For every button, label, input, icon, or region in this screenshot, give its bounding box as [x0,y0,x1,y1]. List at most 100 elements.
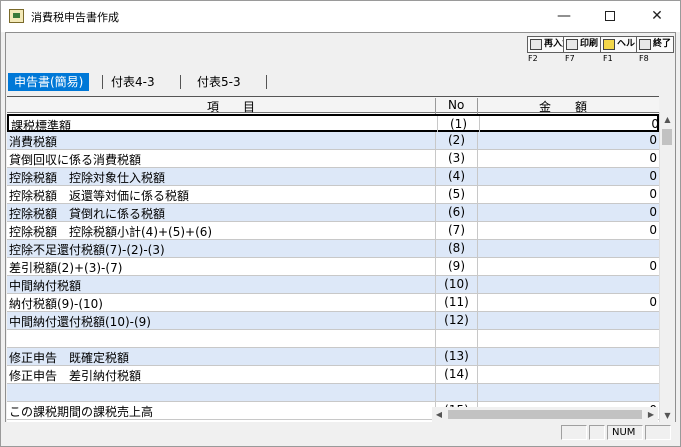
table-row[interactable]: 貸倒回収に係る消費税額 (3) 0 [7,150,659,168]
amount-cell[interactable]: 0 [477,204,659,221]
table-row[interactable]: 控除税額 控除対象仕入税額 (4) 0 [7,168,659,186]
exit-shortcut: F8 [639,54,649,63]
amount-cell[interactable] [477,276,659,293]
row-number: (3) [435,150,477,167]
table-row[interactable]: 控除不足還付税額(7)-(2)-(3) (8) [7,240,659,258]
amount-cell[interactable]: 0 [477,222,659,239]
table-row[interactable]: 課税標準額 (1) 0 [7,114,659,133]
minimize-button[interactable]: — [541,1,587,32]
amount-cell[interactable]: 0 [477,132,659,149]
row-label: 控除税額 控除税額小計(4)+(5)+(6) [9,225,213,239]
table-row[interactable]: 中間納付還付税額(10)-(9) (12) [7,312,659,330]
row-number: (1) [437,116,479,133]
amount-cell[interactable] [477,348,659,365]
scroll-up-icon[interactable]: ▲ [660,112,675,127]
row-number: (13) [435,348,477,365]
amount-cell[interactable]: 0 [477,186,659,203]
row-label: 控除税額 貸倒れに係る税額 [9,207,166,221]
row-number: (10) [435,276,477,293]
row-number: (4) [435,168,477,185]
printer-icon [566,39,578,50]
table-row[interactable]: 差引税額(2)+(3)-(7) (9) 0 [7,258,659,276]
column-divider [435,98,436,114]
status-panel-empty [561,425,587,440]
vertical-scroll-thumb[interactable] [662,129,672,145]
table-row[interactable]: 控除税額 返還等対価に係る税額 (5) 0 [7,186,659,204]
horizontal-scroll-thumb[interactable] [448,410,642,419]
exit-button[interactable]: 終了 [636,36,675,53]
status-bar: NUM [5,422,676,442]
horizontal-scrollbar[interactable]: ◀ ▶ [432,407,658,422]
tab-appendix-4-3[interactable]: 付表4-3 [111,73,155,91]
amount-cell[interactable]: 0 [477,294,659,311]
row-label: 控除不足還付税額(7)-(2)-(3) [9,243,165,257]
row-label: 修正申告 既確定税額 [9,351,130,365]
title-bar: 消費税申告書作成 — ✕ [1,1,680,32]
main-panel: 再入力 F2 印刷 F7 ヘルプ F1 終了 F8 申告書(簡易) 付表4-3 … [5,32,676,442]
row-label: 消費税額 [9,135,58,149]
amount-cell[interactable] [477,312,659,329]
tab-separator [266,75,267,89]
row-number: (5) [435,186,477,203]
tax-form-grid: 項 目 No 金 額 課税標準額 (1) 0 消費税額 (2) 0 貸倒回収に係る消費税額 (… [7,96,659,424]
window-title: 消費税申告書作成 [31,11,119,24]
exit-label: 終了 [653,39,672,49]
help-shortcut: F1 [603,54,613,63]
status-panel-empty [645,425,671,440]
header-amount: 金 額 [539,100,588,114]
table-row[interactable]: 修正申告 既確定税額 (13) [7,348,659,366]
row-number: (7) [435,222,477,239]
app-icon [9,9,24,23]
table-row[interactable]: 消費税額 (2) 0 [7,132,659,150]
row-number: (14) [435,366,477,383]
close-button[interactable]: ✕ [634,1,680,32]
status-panel-empty [589,425,605,440]
table-row[interactable] [7,330,659,348]
table-row[interactable] [7,384,659,402]
row-number [435,384,477,401]
grid-header: 項 目 No 金 額 [7,97,659,114]
reenter-shortcut: F2 [528,54,538,63]
table-row[interactable]: 控除税額 貸倒れに係る税額 (6) 0 [7,204,659,222]
tab-separator [102,75,103,89]
num-lock-indicator: NUM [607,425,643,440]
row-number: (8) [435,240,477,257]
maximize-button[interactable] [587,1,633,32]
help-icon [603,39,615,50]
table-row[interactable]: 修正申告 差引納付税額 (14) [7,366,659,384]
amount-cell[interactable]: 0 [479,116,659,133]
row-label: この課税期間の課税売上高 [9,405,154,419]
table-row[interactable]: 納付税額(9)-(10) (11) 0 [7,294,659,312]
header-no: No [448,98,465,112]
amount-cell[interactable]: 0 [477,150,659,167]
row-number: (9) [435,258,477,275]
tab-simplified-return[interactable]: 申告書(簡易) [8,73,90,91]
vertical-scrollbar[interactable]: ▲ ▼ [659,112,674,423]
row-number: (6) [435,204,477,221]
scroll-left-icon[interactable]: ◀ [432,407,446,422]
amount-cell[interactable] [477,366,659,383]
tab-separator [180,75,181,89]
scroll-right-icon[interactable]: ▶ [644,407,658,422]
row-label: 控除税額 控除対象仕入税額 [9,171,166,185]
reenter-icon [530,39,542,50]
amount-cell[interactable]: 0 [477,258,659,275]
table-row[interactable]: 中間納付税額 (10) [7,276,659,294]
maximize-icon [605,11,615,21]
row-label: 貸倒回収に係る消費税額 [9,153,142,167]
print-label: 印刷 [580,39,599,49]
row-label: 修正申告 差引納付税額 [9,369,142,383]
table-row[interactable]: 控除税額 控除税額小計(4)+(5)+(6) (7) 0 [7,222,659,240]
amount-cell[interactable]: 0 [477,168,659,185]
amount-cell[interactable] [477,330,659,347]
row-label: 差引税額(2)+(3)-(7) [9,261,123,275]
tab-appendix-5-3[interactable]: 付表5-3 [197,73,241,91]
row-number: (12) [435,312,477,329]
row-label: 納付税額(9)-(10) [9,297,103,311]
scroll-down-icon[interactable]: ▼ [660,408,675,423]
amount-cell[interactable] [477,240,659,257]
row-label: 控除税額 返還等対価に係る税額 [9,189,190,203]
print-button[interactable]: 印刷 [563,36,602,53]
amount-cell[interactable] [477,384,659,401]
app-window: 消費税申告書作成 — ✕ 再入力 F2 印刷 F7 ヘルプ F1 終了 F8 申… [0,0,681,447]
